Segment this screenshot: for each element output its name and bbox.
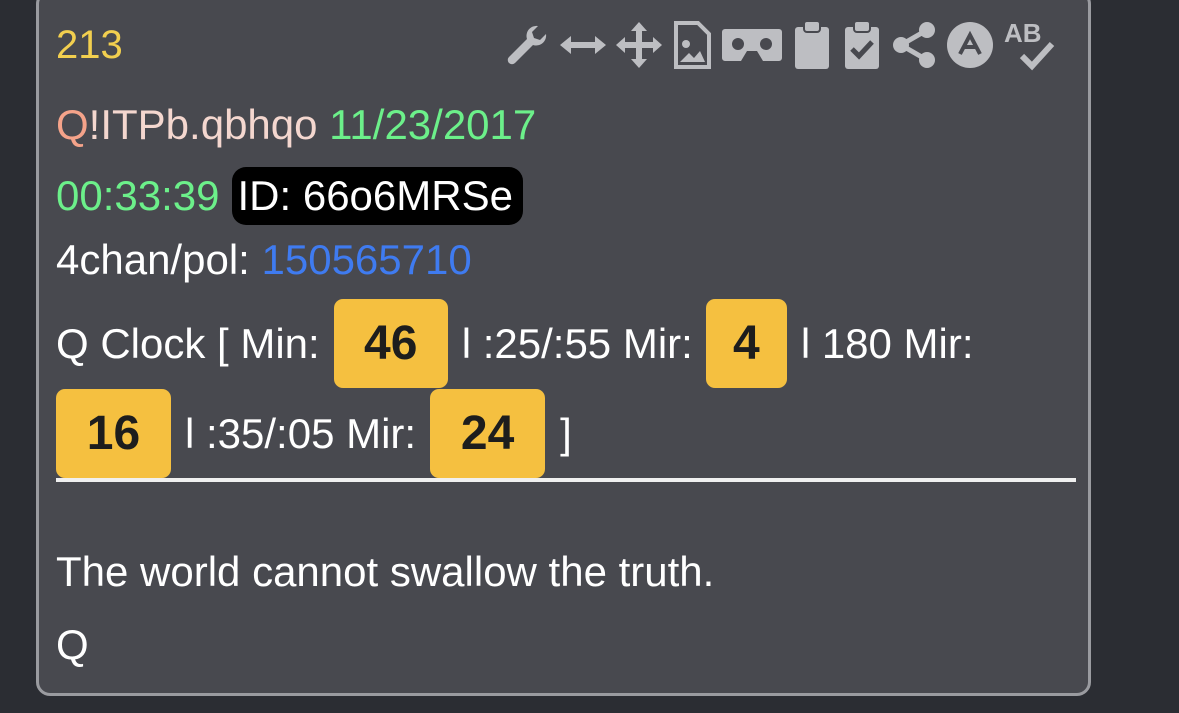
source-line: 4chan/pol: 150565710 xyxy=(56,239,472,281)
tripcode: !ITPb.qbhqo xyxy=(88,101,318,148)
spellcheck-icon[interactable]: AB xyxy=(1001,17,1059,73)
post-toolbar: AB xyxy=(501,13,1059,77)
post-link[interactable]: 150565710 xyxy=(262,236,472,283)
post-card: 213 AB Q!ITPb.qbhqo 11/23/2017 00:33:39 … xyxy=(36,0,1091,696)
horizontal-arrows-icon[interactable] xyxy=(557,17,609,73)
tripcode-date-line: Q!ITPb.qbhqo 11/23/2017 xyxy=(56,104,536,146)
image-file-icon[interactable] xyxy=(669,17,715,73)
post-number[interactable]: 213 xyxy=(56,23,123,68)
circle-a-icon[interactable] xyxy=(943,17,997,73)
post-date: 11/23/2017 xyxy=(329,101,537,148)
post-signature: Q xyxy=(56,621,89,668)
clock-min-badge: 46 xyxy=(333,299,448,388)
clipboard-check-icon[interactable] xyxy=(839,17,885,73)
board-label: 4chan/pol: xyxy=(56,236,250,283)
q-clock-prefix: Q Clock [ Min: xyxy=(56,319,320,367)
time-id-line: 00:33:39 ID: 66o6MRSe xyxy=(56,167,523,225)
q-clock-line-2: 16 l :35/:05 Mir: 24 ] xyxy=(56,389,572,478)
post-message: The world cannot swallow the truth. xyxy=(56,548,715,595)
clock-separator-2: l 180 Mir: xyxy=(800,319,974,367)
move-icon[interactable] xyxy=(613,17,665,73)
vr-headset-icon[interactable] xyxy=(719,17,785,73)
wrench-icon[interactable] xyxy=(501,17,553,73)
q-clock-line-1: Q Clock [ Min: 46 l :25/:55 Mir: 4 l 180… xyxy=(56,299,974,388)
poster-id-badge[interactable]: ID: 66o6MRSe xyxy=(231,167,523,225)
post-time: 00:33:39 xyxy=(56,172,220,219)
clipboard-icon[interactable] xyxy=(789,17,835,73)
clock-separator-1: l :25/:55 Mir: xyxy=(461,319,693,367)
q-clock-suffix: ] xyxy=(560,409,572,457)
divider xyxy=(56,478,1076,482)
tripcode-name: Q xyxy=(56,101,89,148)
svg-text:AB: AB xyxy=(1004,18,1042,48)
clock-mirror-badge-1: 4 xyxy=(705,299,787,388)
clock-mirror-badge-2: 16 xyxy=(56,389,171,478)
share-icon[interactable] xyxy=(889,17,939,73)
clock-mirror-badge-3: 24 xyxy=(430,389,546,478)
clock-separator-3: l :35/:05 Mir: xyxy=(185,409,417,457)
